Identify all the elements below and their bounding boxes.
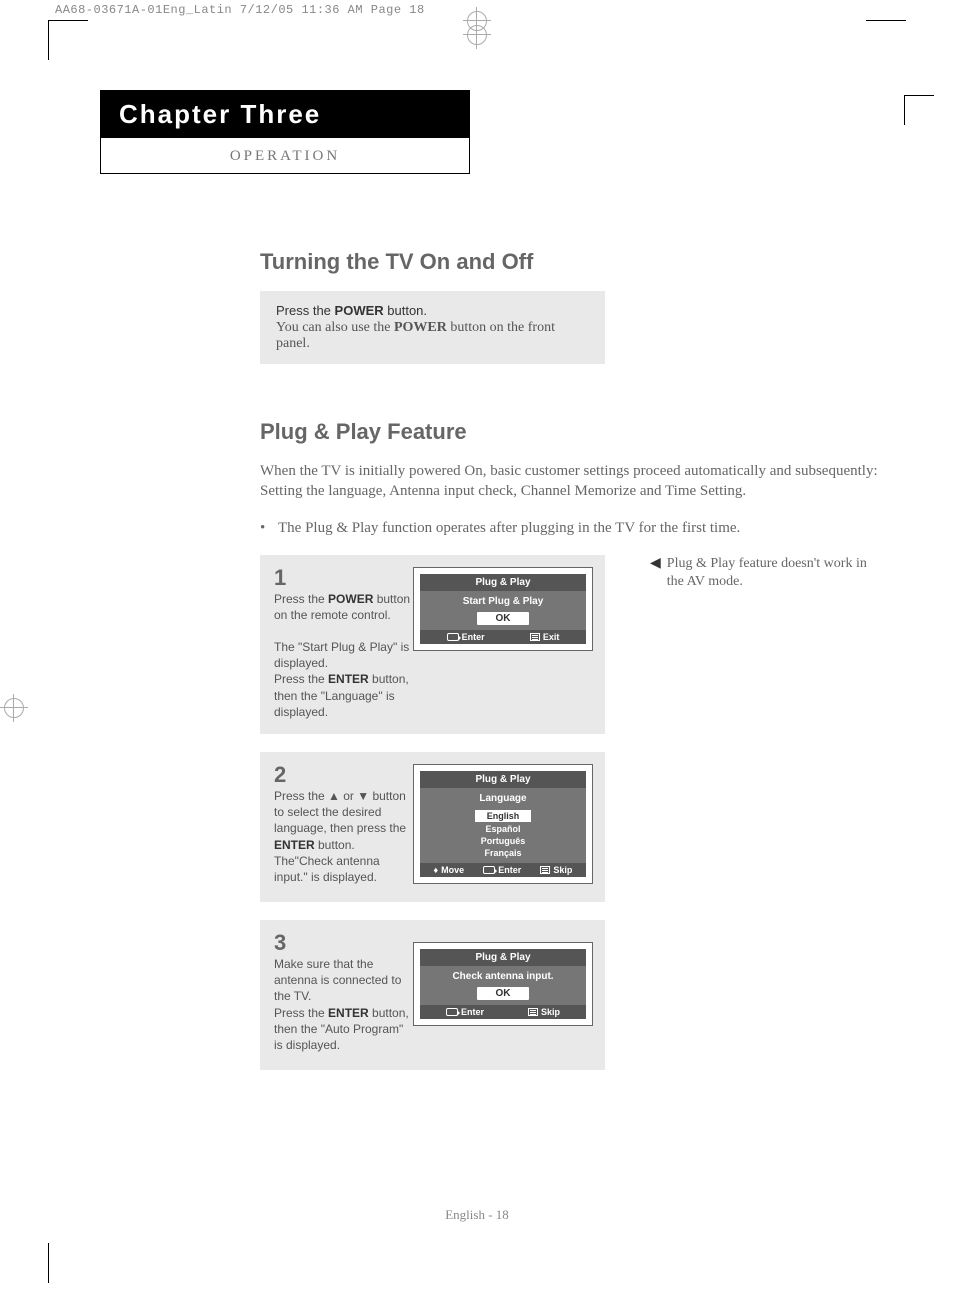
osd-foot-item: ♦Move [434, 865, 465, 875]
osd-subtitle: Language [420, 788, 586, 807]
chapter-title: Chapter Three [101, 91, 469, 138]
bullet-icon: • [260, 520, 278, 537]
osd-subtitle: Start Plug & Play [420, 591, 586, 610]
corner-mark [904, 95, 934, 125]
page-footer: English - 18 [0, 1207, 954, 1223]
osd-list-item: English [475, 810, 531, 822]
step-1: 1Press the POWER button on the remote co… [260, 555, 605, 735]
step-text: Press the POWER button on the remote con… [274, 591, 414, 721]
osd-footer: Enter Skip [420, 1005, 586, 1019]
enter-icon [446, 1008, 458, 1016]
chapter-subtitle: OPERATION [101, 138, 469, 173]
osd-foot-item: Exit [530, 632, 560, 642]
menu-icon [528, 1008, 538, 1016]
section-heading-plugplay: Plug & Play Feature [260, 419, 880, 445]
osd-foot-label: Skip [553, 865, 572, 875]
crop-mark [48, 1243, 88, 1283]
power-instruction-box: Press the POWER button. You can also use… [260, 291, 605, 364]
osd-foot-item: Skip [528, 1007, 560, 1017]
osd-list-item: Español [420, 823, 586, 835]
chapter-banner: Chapter Three OPERATION [100, 90, 470, 174]
osd-title: Plug & Play [420, 949, 586, 966]
bullet-text: The Plug & Play function operates after … [278, 520, 740, 537]
osd-title: Plug & Play [420, 771, 586, 788]
osd-screenshot: Plug & PlayLanguageEnglishEspañolPortugu… [413, 764, 593, 884]
osd-foot-label: Enter [461, 1007, 484, 1017]
osd-foot-label: Skip [541, 1007, 560, 1017]
osd-ok-button: OK [477, 612, 529, 625]
plugplay-description: When the TV is initially powered On, bas… [260, 461, 880, 502]
step-2: 2Press the ▲ or ▼ button to select the d… [260, 752, 605, 902]
steps-container: ◀ Plug & Play feature doesn't work in th… [260, 555, 880, 1071]
sidenote-text: Plug & Play feature doesn't work in the … [667, 555, 870, 591]
enter-icon [447, 633, 459, 641]
osd-list-item: Français [420, 847, 586, 859]
registration-mark [463, 21, 491, 49]
osd-footer: ♦Move Enter Skip [420, 863, 586, 877]
step-text: Press the ▲ or ▼ button to select the de… [274, 788, 414, 885]
osd-language-list: EnglishEspañolPortuguêsFrançais [420, 807, 586, 863]
osd-foot-label: Enter [462, 632, 485, 642]
step-3: 3Make sure that the antenna is connected… [260, 920, 605, 1070]
osd-subtitle: Check antenna input. [420, 966, 586, 985]
power-line1: Press the POWER button. [276, 303, 589, 318]
osd-ok-button: OK [477, 987, 529, 1000]
print-header: AA68-03671A-01Eng_Latin 7/12/05 11:36 AM… [55, 3, 425, 17]
osd-screenshot: Plug & PlayStart Plug & Play OK Enter Exit [413, 567, 593, 651]
osd-foot-label: Move [441, 865, 464, 875]
crop-mark [48, 20, 88, 60]
triangle-left-icon: ◀ [650, 555, 661, 591]
enter-icon [483, 866, 495, 874]
registration-mark [0, 694, 28, 722]
main-content: Turning the TV On and Off Press the POWE… [260, 249, 880, 1070]
osd-foot-item: Enter [483, 865, 521, 875]
power-line2: You can also use the POWER button on the… [276, 320, 589, 352]
osd-title: Plug & Play [420, 574, 586, 591]
plugplay-bullet: • The Plug & Play function operates afte… [260, 520, 880, 537]
osd-screenshot: Plug & PlayCheck antenna input. OK Enter Sk… [413, 942, 593, 1026]
menu-icon [530, 633, 540, 641]
osd-foot-label: Exit [543, 632, 560, 642]
osd-list-item: Português [420, 835, 586, 847]
crop-mark [866, 20, 906, 60]
osd-foot-label: Enter [498, 865, 521, 875]
step-text: Make sure that the antenna is connected … [274, 956, 414, 1053]
osd-foot-item: Enter [447, 632, 485, 642]
osd-foot-item: Skip [540, 865, 572, 875]
move-icon: ♦ [434, 866, 439, 875]
page-content: Chapter Three OPERATION Turning the TV O… [100, 90, 880, 1088]
osd-foot-item: Enter [446, 1007, 484, 1017]
osd-footer: Enter Exit [420, 630, 586, 644]
section-heading-power: Turning the TV On and Off [260, 249, 880, 275]
menu-icon [540, 866, 550, 874]
sidenote: ◀ Plug & Play feature doesn't work in th… [650, 555, 870, 591]
